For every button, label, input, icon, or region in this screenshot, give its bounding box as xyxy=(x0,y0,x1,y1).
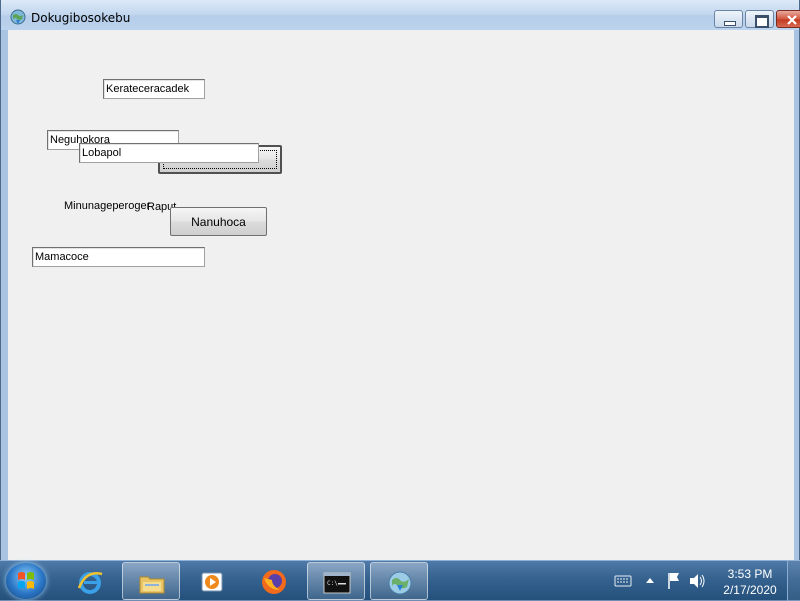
taskbar-network-installer[interactable] xyxy=(370,562,428,600)
clock-time: 3:53 PM xyxy=(727,567,773,581)
taskbar: C:\ 3:53 PM 2/17/2020 xyxy=(0,560,800,601)
window-title: Dokugibosokebu xyxy=(31,11,131,25)
textbox-mamacoce[interactable]: Mamacoce xyxy=(32,247,205,267)
nanuhoca-button[interactable]: Nanuhoca xyxy=(170,207,267,236)
taskbar-command-prompt[interactable]: C:\ xyxy=(307,562,365,600)
start-button[interactable] xyxy=(6,563,46,599)
taskbar-file-explorer[interactable] xyxy=(122,562,180,600)
client-area xyxy=(8,30,794,560)
maximize-button[interactable] xyxy=(745,10,774,28)
taskbar-firefox[interactable] xyxy=(245,562,303,600)
textbox-lobapol[interactable]: Lobapol xyxy=(79,143,259,163)
system-clock[interactable]: 3:53 PM 2/17/2020 xyxy=(712,566,788,598)
close-icon xyxy=(787,15,797,25)
firefox-icon xyxy=(262,570,286,594)
minimize-button[interactable] xyxy=(714,10,743,28)
media-player-icon xyxy=(201,572,223,592)
keyboard-icon[interactable] xyxy=(614,561,632,601)
action-center-flag-icon[interactable] xyxy=(666,561,682,601)
show-desktop-button[interactable] xyxy=(787,561,800,601)
volume-icon[interactable] xyxy=(688,561,706,601)
svg-text:C:\: C:\ xyxy=(327,580,338,587)
textbox-kerateceracadek[interactable]: Kerateceracadek xyxy=(103,79,205,99)
close-button[interactable] xyxy=(776,10,800,28)
windows-logo-icon xyxy=(18,572,34,589)
taskbar-internet-explorer[interactable] xyxy=(61,562,119,600)
internet-explorer-icon xyxy=(77,572,103,594)
taskbar-media-player[interactable] xyxy=(183,562,241,600)
command-prompt-icon: C:\ xyxy=(323,572,351,594)
folder-icon xyxy=(139,576,165,594)
globe-download-icon xyxy=(388,571,412,595)
app-globe-icon xyxy=(10,9,26,25)
title-bar[interactable]: Dokugibosokebu xyxy=(1,0,800,30)
label-minunageperoger: Minunageperoger xyxy=(64,200,151,212)
clock-date: 2/17/2020 xyxy=(723,583,777,597)
show-hidden-icons-icon[interactable] xyxy=(644,561,656,601)
